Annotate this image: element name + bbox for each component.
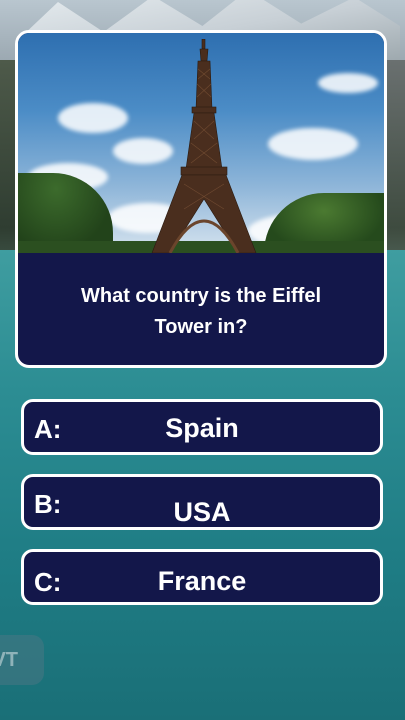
question-text: What country is the Eiffel Tower in? [80,285,322,338]
answer-b-button[interactable]: B: USA [21,474,383,530]
next-button-label: VT [0,648,18,671]
answer-a-button[interactable]: A: Spain [21,399,383,455]
answer-text: Spain [165,413,239,443]
eiffel-tower-photo [18,33,384,253]
eiffel-tower-icon [151,39,257,253]
answer-text: USA [173,497,231,527]
next-button[interactable]: VT [0,635,44,685]
answer-text: France [157,566,247,596]
answer-c-button[interactable]: C: France [21,549,383,605]
question-card: What country is the Eiffel Tower in? [15,30,387,368]
